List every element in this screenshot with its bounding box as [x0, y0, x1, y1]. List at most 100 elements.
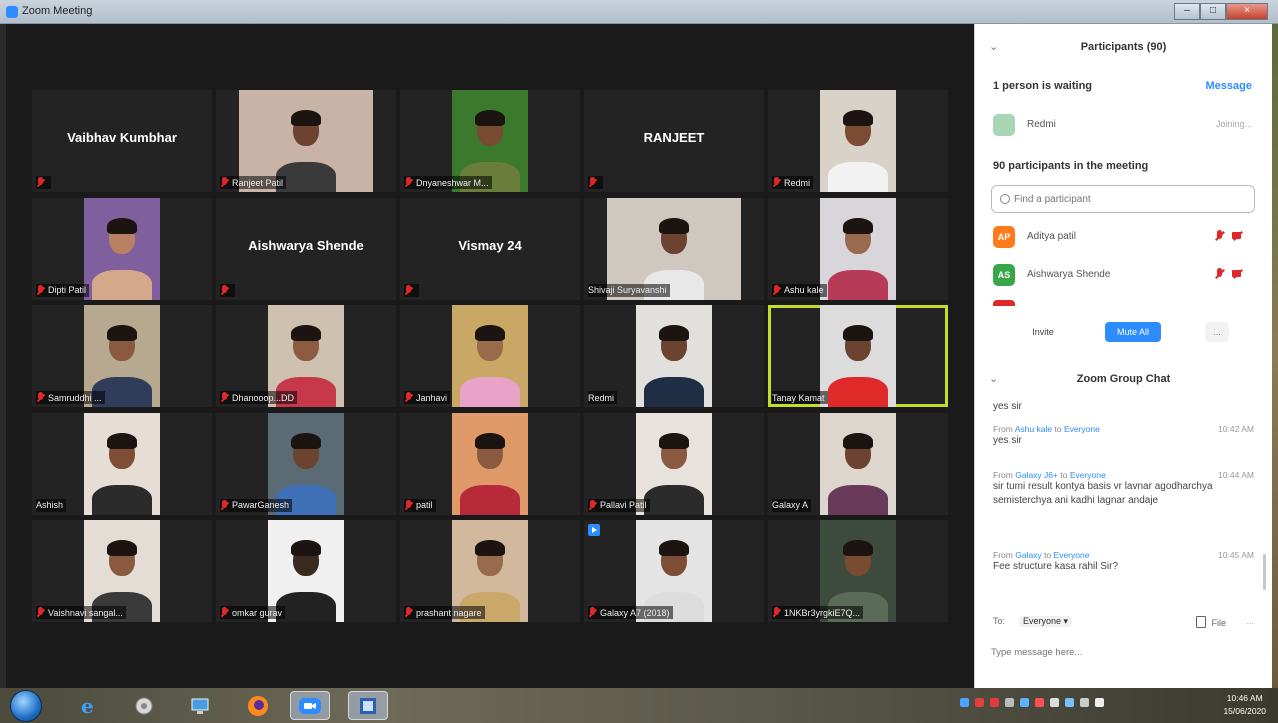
search-tray-icon[interactable] [990, 698, 999, 707]
name-label [36, 176, 51, 189]
participant-hair [843, 110, 873, 126]
video-tile[interactable]: Pallavi Patil [584, 412, 764, 515]
muted-mic-icon [772, 284, 781, 296]
display-icon[interactable] [1080, 698, 1089, 707]
participant-hair [107, 432, 137, 449]
video-tile[interactable]: Shivaji Suryavanshi [584, 197, 764, 300]
security-icon[interactable] [975, 698, 984, 707]
video-tile[interactable]: Ashu kale [768, 197, 948, 300]
name-label [220, 283, 235, 297]
waiting-participant-row[interactable]: Redmi Joining... [993, 114, 1252, 136]
taskbar: e 10:46 AM 15/06/2020 [0, 688, 1278, 723]
video-tile[interactable]: Dnyaneshwar M... [400, 90, 580, 192]
video-off-icon[interactable] [1232, 268, 1244, 280]
close-button[interactable]: × [1226, 3, 1268, 20]
participant-display-name: RANJEET [643, 130, 705, 145]
participant-hair [659, 432, 689, 449]
chat-sender[interactable]: Galaxy [1015, 550, 1041, 560]
search-input[interactable] [1014, 191, 1244, 207]
video-tile[interactable]: Vaishnavi sangal... [32, 520, 212, 622]
collapse-chevron-icon[interactable]: ⌄ [989, 368, 998, 390]
participant-row[interactable]: AP Aditya patil [993, 226, 1252, 248]
file-button[interactable]: File [1196, 616, 1226, 628]
message-button[interactable]: Message [1206, 80, 1252, 92]
participants-header: ⌄ Participants (90) [975, 36, 1272, 58]
recipient-dropdown[interactable]: Everyone ▾ [1019, 616, 1073, 627]
more-options-button[interactable]: ... [1205, 322, 1229, 342]
participant-row[interactable]: AS Aishwarya Shende [993, 264, 1252, 286]
video-tile[interactable]: Dhanooop...DD [216, 305, 396, 407]
video-tile[interactable]: Janhavi [400, 305, 580, 407]
video-tile[interactable]: Redmi [768, 90, 948, 192]
volume-icon[interactable] [1095, 698, 1104, 707]
name-label: Ashu kale [772, 283, 827, 297]
video-off-icon[interactable] [1232, 230, 1244, 242]
chat-message: yes sir [993, 400, 1254, 414]
video-tile[interactable]: Samruddhi ... [32, 305, 212, 407]
maximize-button[interactable]: □ [1200, 3, 1226, 20]
video-tile[interactable]: Tanay Kamat [768, 305, 948, 407]
participant-name: Dhanooop...DD [232, 392, 295, 403]
participant-hair [659, 325, 689, 341]
video-tile[interactable]: Redmi [584, 305, 764, 407]
name-label: patil [404, 498, 436, 512]
firefox-icon[interactable] [238, 691, 278, 720]
participant-hair [291, 540, 321, 556]
tray-app-icon[interactable] [1035, 698, 1044, 707]
chat-more-button[interactable]: ... [1246, 616, 1254, 626]
participant-hair [843, 540, 873, 556]
participant-hair [291, 110, 321, 126]
chat-recipient[interactable]: Everyone [1064, 424, 1100, 434]
participant-search[interactable] [991, 185, 1255, 213]
zoom-taskbar-icon[interactable] [290, 691, 330, 720]
participant-name: Ashish [36, 500, 64, 510]
video-tile[interactable]: 1NKBr3yrgkiE7Q... [768, 520, 948, 622]
chat-sender[interactable]: Galaxy J6+ [1015, 470, 1058, 480]
settings-gear-icon[interactable] [124, 691, 164, 720]
muted-mic-icon[interactable] [1214, 230, 1226, 242]
flag-icon[interactable] [1050, 698, 1059, 707]
video-tile[interactable]: Ashish [32, 412, 212, 515]
network-icon[interactable] [960, 698, 969, 707]
minimize-button[interactable]: – [1174, 3, 1200, 20]
chat-sender[interactable]: Ashu kale [1015, 424, 1052, 434]
video-tile[interactable]: Galaxy A7 (2018) [584, 520, 764, 622]
video-tile[interactable]: Vismay 24 [400, 197, 580, 300]
video-tile[interactable]: patil [400, 412, 580, 515]
collapse-chevron-icon[interactable]: ⌄ [989, 36, 998, 58]
muted-mic-icon[interactable] [1214, 268, 1226, 280]
start-button[interactable] [10, 690, 42, 722]
participant-hair [107, 540, 137, 556]
chat-input[interactable] [991, 642, 1251, 662]
internet-explorer-icon[interactable]: e [68, 691, 108, 720]
video-tile[interactable]: Dipti Patil [32, 197, 212, 300]
clock-date: 15/06/2020 [1223, 706, 1266, 716]
mute-all-button[interactable]: Mute All [1105, 322, 1161, 342]
video-tile[interactable]: Ranjeet Patil [216, 90, 396, 192]
video-tile[interactable]: Galaxy A [768, 412, 948, 515]
invite-button[interactable]: Invite [1021, 322, 1065, 342]
document-app-icon[interactable] [348, 691, 388, 720]
tray-app-icon[interactable] [1020, 698, 1029, 707]
video-tile[interactable]: RANJEET [584, 90, 764, 192]
tray-app-icon[interactable] [1005, 698, 1014, 707]
video-tile[interactable]: Vaibhav Kumbhar [32, 90, 212, 192]
video-tile[interactable]: omkar gurav [216, 520, 396, 622]
participant-name: Vaishnavi sangal... [48, 607, 123, 618]
video-tile[interactable]: prashant nagare [400, 520, 580, 622]
tray-app-icon[interactable] [1065, 698, 1074, 707]
participant-hair [475, 110, 505, 126]
video-tile[interactable]: Aishwarya Shende [216, 197, 396, 300]
chat-recipient[interactable]: Everyone [1070, 470, 1106, 480]
taskbar-clock[interactable]: 10:46 AM 15/06/2020 [1223, 692, 1266, 718]
video-tile[interactable]: PawarGanesh [216, 412, 396, 515]
computer-icon[interactable] [180, 691, 220, 720]
clock-time: 10:46 AM [1226, 693, 1263, 703]
participant-video [820, 90, 896, 192]
chat-recipient-bar: To: Everyone ▾ File ... [993, 616, 1254, 634]
chat-message: From Ashu kale to Everyone 10:42 AM yes si… [993, 424, 1254, 448]
system-tray [960, 698, 1110, 707]
participant-hair [475, 540, 505, 556]
chat-recipient[interactable]: Everyone [1054, 550, 1090, 560]
chat-scrollbar[interactable] [1263, 554, 1266, 590]
